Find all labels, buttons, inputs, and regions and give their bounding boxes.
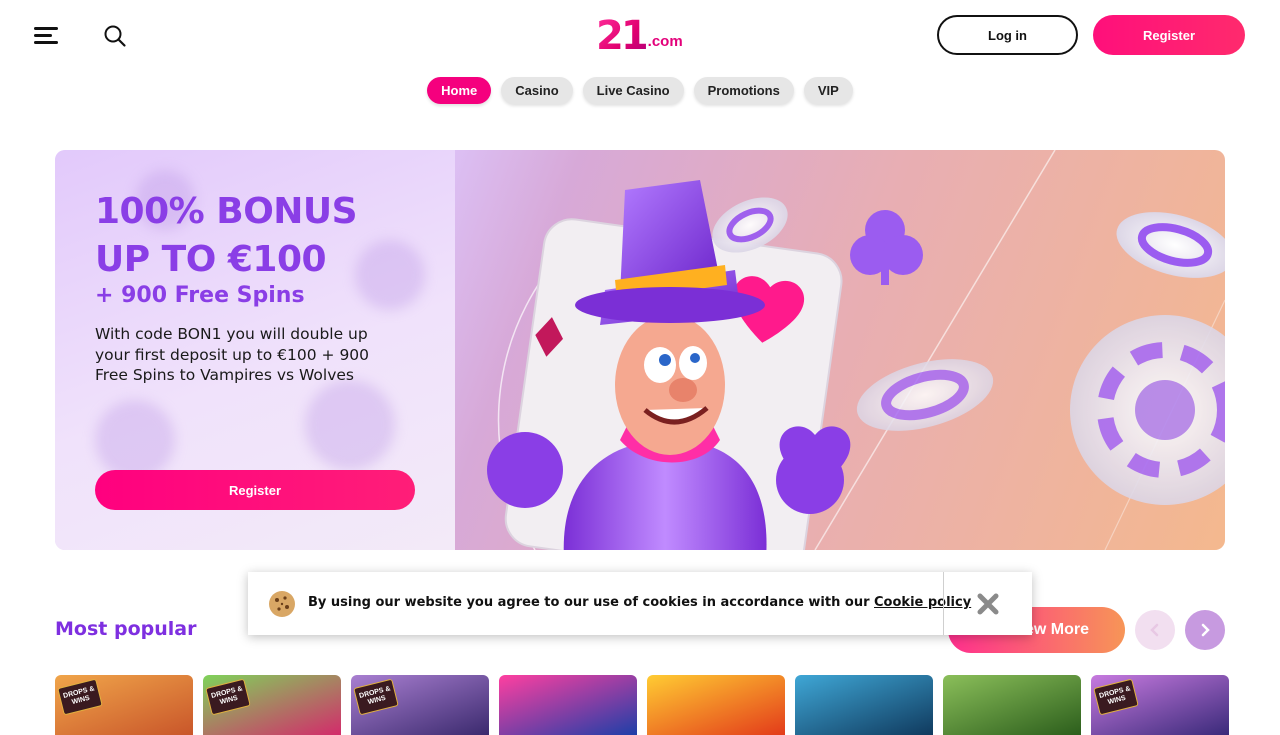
tab-home[interactable]: Home bbox=[427, 77, 492, 104]
main-nav: Home Casino Live Casino Promotions VIP bbox=[0, 77, 1280, 104]
cookie-close-button[interactable] bbox=[943, 572, 1032, 635]
game-tile[interactable]: DROPS & WINS bbox=[203, 675, 341, 735]
decor-bubble bbox=[305, 380, 395, 470]
login-button[interactable]: Log in bbox=[937, 15, 1078, 55]
decor-bubble bbox=[95, 400, 175, 480]
cookie-message: By using our website you agree to our us… bbox=[308, 595, 971, 610]
drops-wins-badge: DROPS & WINS bbox=[353, 678, 399, 716]
tab-promotions[interactable]: Promotions bbox=[693, 77, 794, 104]
game-tile[interactable]: DROPS & WINS bbox=[1091, 675, 1229, 735]
site-logo[interactable]: 21 .com bbox=[596, 14, 683, 56]
cookie-banner: By using our website you agree to our us… bbox=[248, 572, 1032, 635]
top-bar: 21 .com Log in Register bbox=[0, 0, 1280, 70]
poker-chip bbox=[856, 359, 994, 431]
game-tile[interactable]: DROPS & WINS bbox=[351, 675, 489, 735]
poker-chip bbox=[1070, 315, 1225, 505]
game-tile[interactable] bbox=[647, 675, 785, 735]
hero-title: 100% BONUS UP TO €100 bbox=[95, 188, 358, 284]
chevron-right-icon bbox=[1201, 623, 1210, 637]
game-tile[interactable] bbox=[795, 675, 933, 735]
drops-wins-badge: DROPS & WINS bbox=[205, 678, 251, 716]
tab-live-casino[interactable]: Live Casino bbox=[582, 77, 684, 104]
drops-wins-badge: DROPS & WINS bbox=[57, 678, 103, 716]
hero-text-panel: 100% BONUS UP TO €100 + 900 Free Spins W… bbox=[55, 150, 455, 550]
carousel-next-button[interactable] bbox=[1185, 610, 1225, 650]
register-button[interactable]: Register bbox=[1093, 15, 1245, 55]
section-title-most-popular: Most popular bbox=[55, 618, 197, 640]
decor-line bbox=[814, 150, 1056, 550]
search-icon[interactable] bbox=[103, 24, 127, 48]
drops-wins-badge: DROPS & WINS bbox=[1093, 678, 1139, 716]
hero-subtitle: + 900 Free Spins bbox=[95, 283, 305, 308]
game-list: DROPS & WINS DROPS & WINS DROPS & WINS DROP… bbox=[55, 675, 1229, 735]
hero-title-line1: 100% BONUS bbox=[95, 191, 358, 232]
carousel-prev-button[interactable] bbox=[1135, 610, 1175, 650]
hero-description: With code BON1 you will double up your f… bbox=[95, 325, 370, 384]
cookie-icon bbox=[268, 590, 296, 618]
hamburger-menu-icon[interactable] bbox=[34, 25, 60, 45]
hero-title-line2: UP TO €100 bbox=[95, 239, 327, 280]
chevron-left-icon bbox=[1150, 623, 1159, 637]
game-tile[interactable]: DROPS & WINS bbox=[55, 675, 193, 735]
cookie-message-text: By using our website you agree to our us… bbox=[308, 595, 875, 610]
club-suit bbox=[850, 210, 923, 285]
close-icon bbox=[977, 593, 999, 614]
decor-bubble bbox=[355, 240, 425, 310]
hero-register-button[interactable]: Register bbox=[95, 470, 415, 510]
tab-casino[interactable]: Casino bbox=[501, 77, 573, 104]
logo-mark: 21 bbox=[596, 13, 649, 59]
poker-chip bbox=[1116, 212, 1225, 278]
game-tile[interactable] bbox=[499, 675, 637, 735]
hero-illustration bbox=[455, 150, 1225, 550]
game-tile[interactable] bbox=[943, 675, 1081, 735]
tab-vip[interactable]: VIP bbox=[803, 77, 853, 104]
hero-banner[interactable]: 100% BONUS UP TO €100 + 900 Free Spins W… bbox=[55, 150, 1225, 550]
logo-tld: .com bbox=[647, 33, 683, 50]
